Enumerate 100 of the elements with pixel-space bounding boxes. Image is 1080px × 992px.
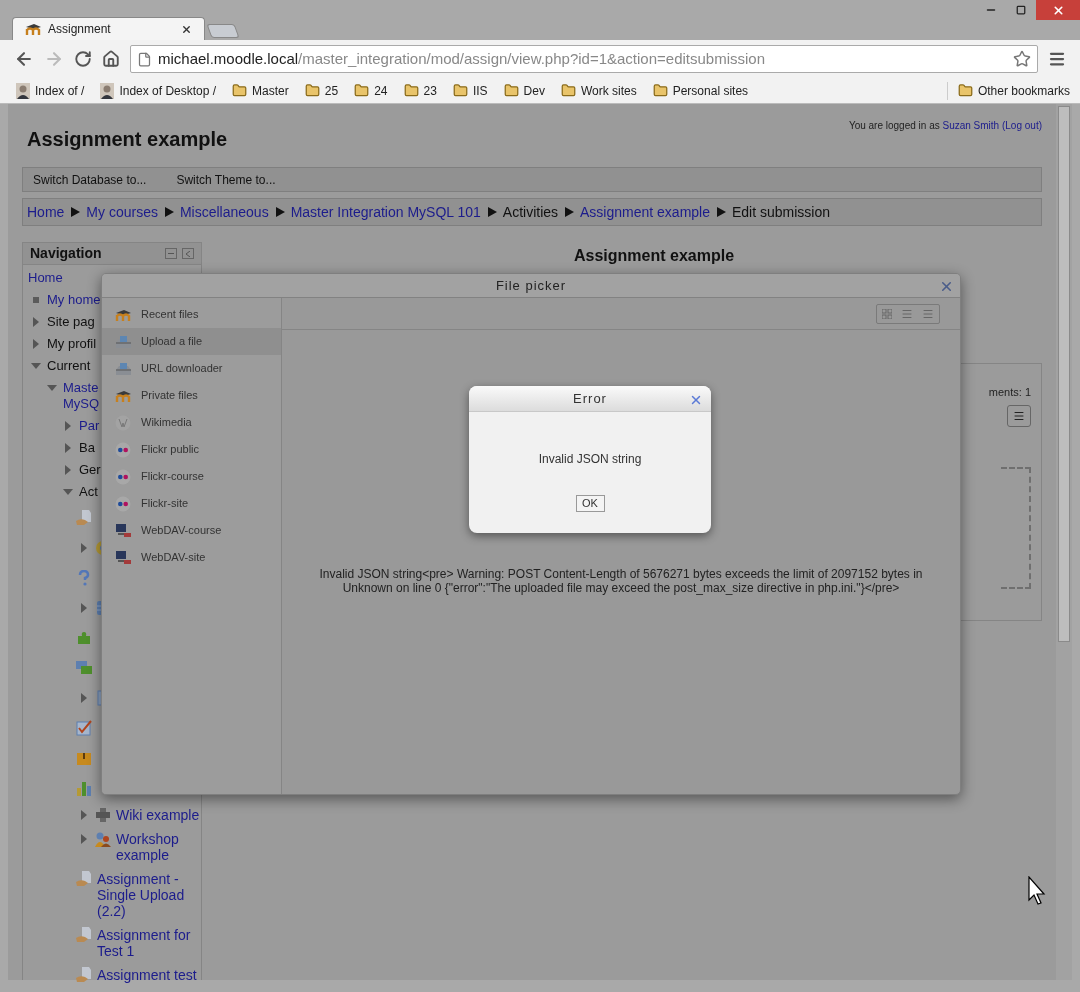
close-icon [1051, 3, 1065, 17]
forward-icon[interactable] [44, 49, 64, 69]
collapsed-arrow-icon[interactable] [79, 810, 89, 820]
ok-button[interactable]: OK [575, 495, 605, 512]
user-link[interactable]: Suzan Smith [942, 120, 1000, 131]
breadcrumb-link[interactable]: Home [27, 201, 65, 223]
bookmark[interactable]: Personal sites [652, 81, 749, 100]
view-button[interactable] [1007, 404, 1031, 427]
bookmark[interactable]: 25 [304, 81, 339, 100]
reload-icon[interactable] [74, 50, 92, 68]
collapsed-arrow-icon[interactable] [79, 834, 89, 844]
repository-item[interactable]: WebDAV-course [102, 517, 281, 544]
nav-link[interactable]: Home [28, 270, 63, 286]
nav-link[interactable]: Assignment for Test 1 [97, 927, 201, 959]
menu-item[interactable]: Switch Theme to... [176, 170, 276, 189]
nav-item[interactable]: Current [47, 358, 91, 374]
nav-link[interactable]: Par [79, 418, 100, 434]
nav-link[interactable]: My home [47, 292, 101, 308]
expanded-arrow-icon[interactable] [31, 361, 41, 371]
home-icon[interactable] [102, 50, 120, 68]
star-icon[interactable] [1013, 50, 1031, 68]
repository-item[interactable]: Upload a file [102, 328, 281, 355]
nav-link[interactable]: Assignment test [97, 967, 197, 983]
separator-icon [163, 207, 174, 217]
nav-link[interactable]: Workshop example [116, 831, 201, 863]
bookmark[interactable]: Index of Desktop / [100, 81, 217, 100]
breadcrumb-link[interactable]: Miscellaneous [179, 201, 269, 223]
breadcrumb-item: Activities [502, 202, 559, 222]
address-bar[interactable]: michael.moodle.local/master_integration/mod/assign/view.php?id=1&action=editsubmission [130, 45, 1038, 73]
speech-bubbles-icon [76, 660, 92, 676]
close-icon[interactable] [181, 23, 192, 35]
bookmark[interactable]: Work sites [560, 81, 637, 100]
collapsed-arrow-icon[interactable] [63, 443, 73, 453]
repository-item[interactable]: URL downloader [102, 355, 281, 382]
nav-item[interactable]: Ger [79, 462, 101, 478]
bookmark[interactable]: Index of / [16, 81, 85, 100]
login-info: You are logged in as Suzan Smith (Log out) [848, 119, 1042, 133]
flickr-icon [115, 495, 131, 512]
view-switcher[interactable] [876, 303, 940, 324]
document-hand-icon [76, 871, 92, 887]
bar-chart-icon [76, 780, 92, 796]
menu-icon[interactable] [1048, 50, 1066, 68]
collapsed-arrow-icon[interactable] [79, 603, 89, 613]
bookmark[interactable]: Master [232, 81, 289, 100]
repository-item[interactable]: Flickr-site [102, 490, 281, 517]
breadcrumb-link[interactable]: Assignment example [580, 201, 710, 223]
hide-icon[interactable] [182, 248, 194, 259]
folder-icon [652, 83, 668, 98]
back-icon[interactable] [14, 49, 34, 69]
nav-link[interactable]: Assignment - Single Upload (2.2) [97, 871, 201, 919]
browser-tab[interactable]: Assignment [12, 17, 205, 40]
folder-icon [503, 83, 519, 98]
nav-item[interactable]: My profil [47, 336, 97, 352]
collapsed-arrow-icon[interactable] [31, 317, 41, 327]
nav-item[interactable]: Site pag [47, 314, 95, 330]
dialog-message: Invalid JSON string [538, 451, 642, 468]
folder-icon [304, 83, 320, 98]
collapsed-arrow-icon[interactable] [79, 543, 89, 553]
breadcrumb-link[interactable]: Master Integration MySQL 101 [290, 201, 481, 223]
dialog-title: Error [573, 389, 607, 408]
list-icon [922, 307, 935, 320]
logout-link[interactable]: (Log out) [1001, 120, 1042, 131]
repository-item[interactable]: Private files [102, 382, 281, 409]
mortarboard-icon [114, 308, 132, 321]
collapsed-arrow-icon[interactable] [63, 465, 73, 475]
document-hand-icon [76, 967, 92, 983]
bookmark[interactable]: IIS [452, 81, 488, 100]
close-button[interactable] [1036, 0, 1080, 20]
other-bookmarks[interactable]: Other bookmarks [946, 81, 1070, 100]
repository-item[interactable]: Flickr public [102, 436, 281, 463]
breadcrumb-link[interactable]: My courses [86, 201, 158, 223]
separator-icon [716, 207, 726, 217]
mortarboard-icon [25, 23, 42, 35]
bookmark[interactable]: 23 [403, 81, 437, 100]
nav-link[interactable]: Maste MySQ [63, 380, 100, 412]
new-tab-button[interactable] [206, 24, 240, 38]
list-icon [901, 307, 913, 320]
separator-icon [274, 207, 285, 217]
repository-item[interactable]: Flickr-course [102, 463, 281, 490]
repository-item[interactable]: WebDAV-site [102, 544, 281, 571]
dock-icon[interactable] [165, 248, 177, 259]
document-hand-icon [76, 927, 92, 943]
puzzle-icon [76, 630, 92, 646]
scrollbar[interactable] [1056, 104, 1072, 980]
flickr-icon [115, 441, 131, 458]
bookmark[interactable]: 24 [354, 81, 388, 100]
collapsed-arrow-icon[interactable] [31, 339, 41, 349]
expanded-arrow-icon[interactable] [63, 487, 73, 497]
page-title: Assignment example [27, 127, 228, 152]
expanded-arrow-icon[interactable] [47, 383, 57, 393]
bookmark[interactable]: Dev [503, 81, 545, 100]
nav-item[interactable]: Ba [79, 440, 95, 456]
repository-item[interactable]: Recent files [102, 301, 281, 328]
repository-item[interactable]: Wikimedia [102, 409, 281, 436]
nav-link[interactable]: Wiki example [116, 807, 200, 823]
nav-item[interactable]: Act [79, 484, 98, 500]
menu-item[interactable]: Switch Database to... [33, 170, 147, 189]
collapsed-arrow-icon[interactable] [79, 693, 89, 703]
collapsed-arrow-icon[interactable] [63, 421, 73, 431]
separator-icon [564, 207, 575, 217]
